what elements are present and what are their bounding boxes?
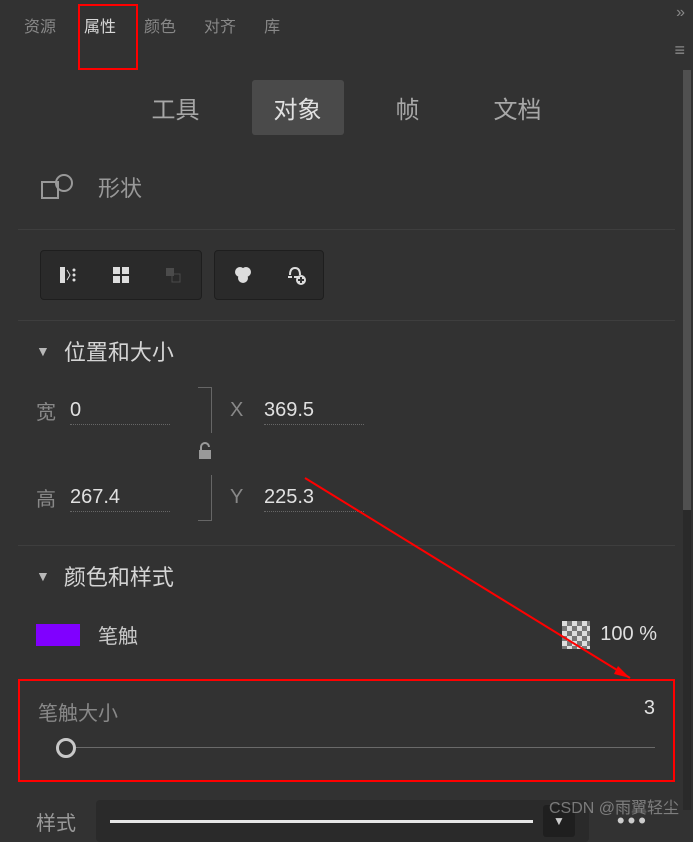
alpha-checker-icon[interactable] <box>562 621 590 649</box>
section-title-color: 颜色和样式 <box>64 560 174 592</box>
chevron-down-icon: ▼ <box>36 568 50 584</box>
style-preview-line <box>110 820 533 823</box>
tool-group-2 <box>214 250 324 300</box>
section-color-style: ▼ 颜色和样式 笔触 100 % <box>0 546 693 671</box>
unlock-icon[interactable] <box>196 441 214 467</box>
section-position-size: ▼ 位置和大小 宽 X 高 Y <box>0 321 693 545</box>
scrollbar-thumb[interactable] <box>683 70 691 510</box>
sub-tab-frame[interactable]: 帧 <box>374 80 442 135</box>
panel-tabs: 资源 属性 颜色 对齐 库 » ≡ <box>0 0 693 50</box>
sub-tab-object[interactable]: 对象 <box>252 80 344 135</box>
shape-label: 形状 <box>98 171 142 203</box>
stroke-size-row: 笔触大小 3 <box>38 697 655 726</box>
stroke-size-slider[interactable] <box>38 738 655 758</box>
y-label: Y <box>230 486 264 509</box>
position-grid: 宽 X 高 Y <box>36 387 657 531</box>
stroke-color-row: 笔触 100 % <box>36 612 657 657</box>
slider-knob[interactable] <box>56 738 76 758</box>
style-label: 样式 <box>36 807 76 836</box>
panel-menu-icon[interactable]: ≡ <box>674 40 685 61</box>
property-sub-tabs: 工具 对象 帧 文档 <box>0 50 693 159</box>
panel-tab-color[interactable]: 颜色 <box>130 7 190 43</box>
annotation-highlight-stroke-size: 笔触大小 3 <box>18 679 675 782</box>
width-label: 宽 <box>36 396 70 425</box>
slider-line <box>62 747 655 748</box>
edit-symbol-button <box>147 253 199 297</box>
x-label: X <box>230 399 264 422</box>
width-input[interactable] <box>70 397 170 425</box>
sub-tab-tool[interactable]: 工具 <box>130 80 222 135</box>
link-dimensions[interactable] <box>180 387 230 521</box>
add-filter-button[interactable] <box>269 253 321 297</box>
panel-tab-resources[interactable]: 资源 <box>10 7 70 43</box>
scrollbar[interactable] <box>683 70 691 810</box>
section-header-position[interactable]: ▼ 位置和大小 <box>36 335 657 367</box>
object-toolbar <box>0 230 693 320</box>
expand-icon[interactable]: » <box>676 4 685 22</box>
tool-group-1 <box>40 250 202 300</box>
x-input[interactable] <box>264 397 364 425</box>
chevron-down-icon: ▼ <box>36 343 50 359</box>
filter-button[interactable] <box>217 253 269 297</box>
convert-symbol-button[interactable] <box>43 253 95 297</box>
sub-tab-document[interactable]: 文档 <box>472 80 564 135</box>
alpha-value[interactable]: 100 % <box>600 623 657 646</box>
stroke-size-value[interactable]: 3 <box>644 697 655 726</box>
break-apart-button[interactable] <box>95 253 147 297</box>
height-label: 高 <box>36 483 70 512</box>
y-input[interactable] <box>264 484 364 512</box>
stroke-size-label: 笔触大小 <box>38 697 118 726</box>
watermark: CSDN @雨翼轻尘 <box>549 794 679 818</box>
style-select[interactable]: ▼ <box>96 800 589 842</box>
section-title-position: 位置和大小 <box>64 335 174 367</box>
shape-icon <box>40 173 76 201</box>
stroke-label: 笔触 <box>98 620 138 649</box>
stroke-color-swatch[interactable] <box>36 624 80 646</box>
panel-tab-properties[interactable]: 属性 <box>70 7 130 43</box>
shape-row: 形状 <box>0 159 693 229</box>
section-header-color[interactable]: ▼ 颜色和样式 <box>36 560 657 592</box>
panel-tab-align[interactable]: 对齐 <box>190 7 250 43</box>
height-input[interactable] <box>70 484 170 512</box>
bracket-top <box>198 387 212 433</box>
panel-tab-library[interactable]: 库 <box>250 7 294 43</box>
bracket-bottom <box>198 475 212 521</box>
alpha-box: 100 % <box>562 621 657 649</box>
